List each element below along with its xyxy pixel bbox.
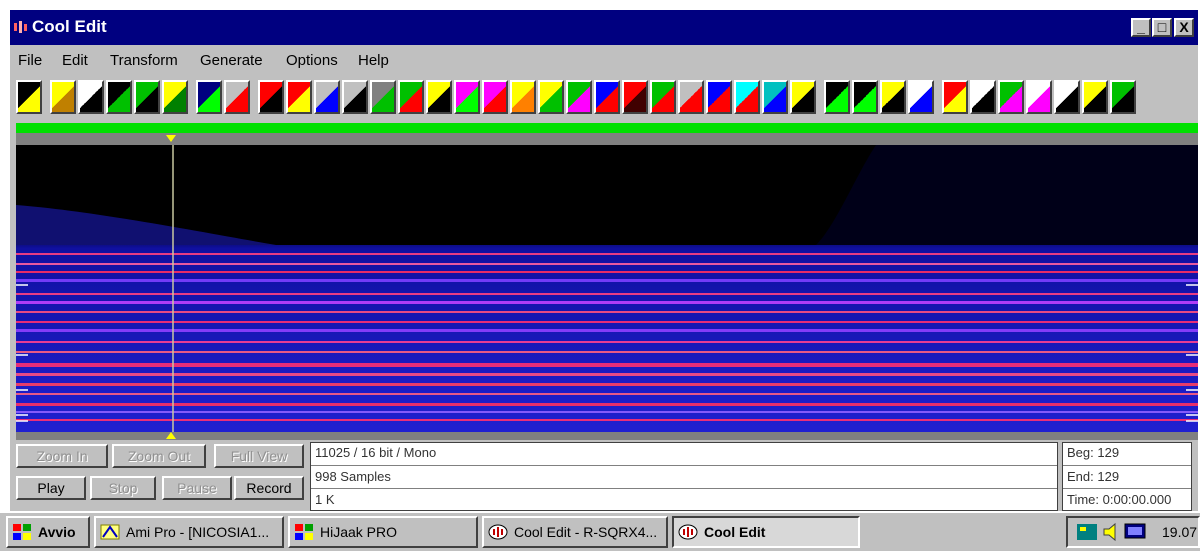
stop-bar-icon[interactable]: [258, 80, 284, 114]
select-entire-icon[interactable]: [134, 80, 160, 114]
save-icon[interactable]: [78, 80, 104, 114]
menu-options[interactable]: Options: [286, 52, 338, 69]
play-button[interactable]: Play: [16, 476, 86, 500]
mix-3-icon[interactable]: [852, 80, 878, 114]
loop-icon[interactable]: [908, 80, 934, 114]
task-label: Cool Edit: [704, 524, 766, 540]
monitor-icon[interactable]: [1124, 522, 1146, 542]
reverse-icon[interactable]: [286, 80, 312, 114]
flanger-icon[interactable]: [594, 80, 620, 114]
format-info: 11025 / 16 bit / Mono: [315, 445, 437, 460]
top-ruler: [16, 133, 1198, 145]
edit-pencil-icon[interactable]: [162, 80, 188, 114]
cool-edit-icon: [488, 524, 508, 540]
mountain-icon[interactable]: [762, 80, 788, 114]
clock: 19.07: [1162, 524, 1198, 540]
start-button[interactable]: Avvio: [6, 516, 90, 548]
selection-begin: Beg: 129: [1067, 445, 1120, 460]
hijaak-icon: [295, 524, 313, 540]
task-cool-edit-file[interactable]: Cool Edit - R-SQRX4...: [482, 516, 668, 548]
bottom-ruler: [16, 432, 1198, 440]
zoom-in-button[interactable]: Zoom In: [16, 444, 108, 468]
zoom-out-button[interactable]: Zoom Out: [112, 444, 206, 468]
selection-info-panel: Beg: 129 End: 129 Time: 0:00:00.000: [1062, 442, 1192, 511]
notes-icon[interactable]: [1054, 80, 1080, 114]
mix-2-icon[interactable]: [824, 80, 850, 114]
mix-1-icon[interactable]: [790, 80, 816, 114]
cool-edit-icon: [678, 524, 698, 540]
task-label: Cool Edit - R-SQRX4...: [514, 524, 658, 540]
music-note-icon[interactable]: [314, 80, 340, 114]
minimize-button[interactable]: _: [1131, 18, 1151, 37]
help-icon[interactable]: [1082, 80, 1108, 114]
task-hijaak[interactable]: HiJaak PRO: [288, 516, 478, 548]
title-bar[interactable]: Cool Edit _ □ X: [10, 10, 1198, 45]
record-dot-icon[interactable]: [342, 80, 368, 114]
globe-icon[interactable]: [1110, 80, 1136, 114]
mix-4-icon[interactable]: [880, 80, 906, 114]
stopwatch-icon[interactable]: [426, 80, 452, 114]
zoom-icon[interactable]: [196, 80, 222, 114]
spectrum-icon[interactable]: [454, 80, 480, 114]
size-info: 1 K: [315, 492, 335, 507]
toolbar: [16, 80, 1196, 120]
menu-generate[interactable]: Generate: [200, 52, 263, 69]
rewind-icon[interactable]: [224, 80, 250, 114]
task-label: Ami Pro - [NICOSIA1...: [126, 524, 270, 540]
new-file-icon[interactable]: [16, 80, 42, 114]
amplify-icon[interactable]: [398, 80, 424, 114]
end-marker-icon[interactable]: [16, 432, 1198, 440]
stack-icon[interactable]: [942, 80, 968, 114]
samples-info: 998 Samples: [315, 469, 391, 484]
windows-logo-icon: [13, 524, 31, 540]
start-marker-icon[interactable]: [16, 133, 1198, 145]
task-cool-edit-active[interactable]: Cool Edit: [672, 516, 860, 548]
selection-end: End: 129: [1067, 469, 1120, 484]
noise-icon[interactable]: [370, 80, 396, 114]
menu-file[interactable]: File: [18, 52, 42, 69]
bars-icon[interactable]: [678, 80, 704, 114]
start-label: Avvio: [38, 524, 76, 540]
menu-edit[interactable]: Edit: [62, 52, 88, 69]
select-view-icon[interactable]: [106, 80, 132, 114]
file-info-panel: 11025 / 16 bit / Mono 998 Samples 1 K: [310, 442, 1058, 511]
marker-icon[interactable]: [1026, 80, 1052, 114]
menu-bar: File Edit Transform Generate Options Hel…: [10, 48, 1198, 74]
distortion-icon[interactable]: [622, 80, 648, 114]
ami-pro-icon: [100, 524, 120, 540]
close-button[interactable]: X: [1174, 18, 1194, 37]
spectral-view[interactable]: [16, 145, 1198, 432]
envelope-icon[interactable]: [538, 80, 564, 114]
taskbar: Avvio Ami Pro - [NICOSIA1... HiJaak PRO …: [0, 511, 1200, 551]
pitch-icon[interactable]: [734, 80, 760, 114]
menu-transform[interactable]: Transform: [110, 52, 178, 69]
stop-button[interactable]: Stop: [90, 476, 156, 500]
broadcast-icon[interactable]: [482, 80, 508, 114]
full-view-button[interactable]: Full View: [214, 444, 304, 468]
window-title: Cool Edit: [32, 17, 107, 36]
task-ami-pro[interactable]: Ami Pro - [NICOSIA1...: [94, 516, 284, 548]
waves-icon[interactable]: [566, 80, 592, 114]
task-label: HiJaak PRO: [320, 524, 398, 540]
scatter-icon[interactable]: [998, 80, 1024, 114]
volume-icon[interactable]: [1102, 522, 1120, 542]
maximize-button[interactable]: □: [1152, 18, 1172, 37]
cool-edit-window: Cool Edit _ □ X File Edit Transform Gene…: [10, 10, 1198, 511]
open-file-icon[interactable]: [50, 80, 76, 114]
pause-button[interactable]: Pause: [162, 476, 232, 500]
selection-time: Time: 0:00:00.000: [1067, 492, 1172, 507]
delay-icon[interactable]: [706, 80, 732, 114]
cool-edit-app-icon: [14, 21, 27, 33]
overview-bar[interactable]: [16, 123, 1198, 133]
record-button[interactable]: Record: [234, 476, 304, 500]
network-icon[interactable]: [1076, 522, 1098, 542]
text-icon[interactable]: [970, 80, 996, 114]
menu-help[interactable]: Help: [358, 52, 389, 69]
graphic-eq-icon[interactable]: [650, 80, 676, 114]
system-tray: 19.07: [1066, 516, 1200, 548]
filter-icon[interactable]: [510, 80, 536, 114]
